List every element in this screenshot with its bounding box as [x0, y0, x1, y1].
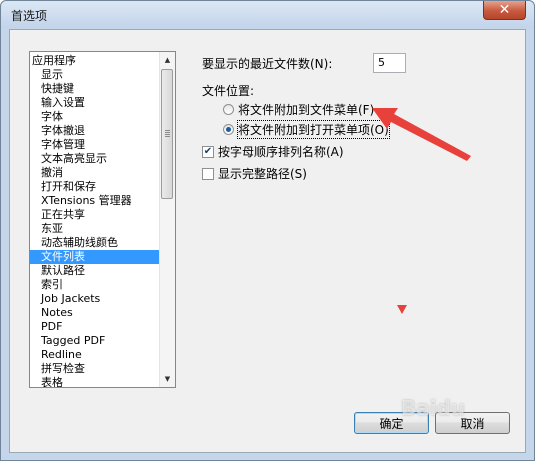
category-list-items: 应用程序 显示 快捷键 输入设置 字体 字体撤退 字体管理 文本高亮显示 撤消 打开和保存 XTen… — [30, 54, 160, 387]
category-list-item[interactable]: Notes — [30, 306, 160, 320]
category-list-item[interactable]: 显示 — [30, 68, 160, 82]
scroll-thumb[interactable] — [161, 69, 173, 199]
category-list-item[interactable]: 正在共享 — [30, 208, 160, 222]
recent-files-label: 要显示的最近文件数(N): — [202, 57, 333, 71]
dialog-body: 应用程序 显示 快捷键 输入设置 字体 字体撤退 字体管理 文本高亮显示 撤消 打开和保存 XTen… — [9, 29, 526, 453]
title-bar[interactable]: 首选项 ✕ — [1, 1, 534, 28]
preferences-dialog: 首选项 ✕ 应用程序 显示 快捷键 输入设置 字体 字体撤退 字体管理 文本高亮显示 撤消 打开和… — [0, 0, 535, 461]
category-list[interactable]: 应用程序 显示 快捷键 输入设置 字体 字体撤退 字体管理 文本高亮显示 撤消 打开和保存 XTen… — [29, 51, 176, 388]
radio-append-file-menu-label: 将文件附加到文件菜单(F) — [238, 103, 375, 117]
checkbox-sort-alphabetically[interactable]: ✔ 按字母顺序排列名称(A) — [202, 143, 344, 160]
grip-line — [165, 134, 170, 135]
category-list-item[interactable]: PDF — [30, 320, 160, 334]
category-list-item[interactable]: 字体撤退 — [30, 124, 160, 138]
scroll-up-arrow-icon[interactable]: ▲ — [160, 52, 175, 68]
radio-append-file-menu[interactable]: 将文件附加到文件菜单(F) — [223, 101, 374, 118]
category-list-item[interactable]: 动态辅助线颜色 — [30, 236, 160, 250]
scroll-down-arrow-icon[interactable]: ▼ — [160, 371, 175, 387]
grip-line — [165, 132, 170, 133]
checkbox-sort-alphabetically-label: 按字母顺序排列名称(A) — [218, 145, 344, 159]
checkbox-show-full-path[interactable]: 显示完整路径(S) — [202, 165, 307, 182]
category-list-item[interactable]: 应用程序 — [30, 54, 160, 68]
category-list-item[interactable]: 默认路径 — [30, 264, 160, 278]
category-list-item[interactable]: 打开和保存 — [30, 180, 160, 194]
grip-line — [165, 130, 170, 131]
category-list-item[interactable]: 输入设置 — [30, 96, 160, 110]
checkbox-icon[interactable] — [202, 167, 214, 180]
category-list-item[interactable]: Tagged PDF — [30, 334, 160, 348]
radio-append-open-menu-label: 将文件附加到打开菜单项(O) — [237, 120, 390, 139]
category-list-item[interactable]: 东亚 — [30, 222, 160, 236]
radio-append-open-menu[interactable]: 将文件附加到打开菜单项(O) — [223, 120, 390, 139]
category-list-item[interactable]: 快捷键 — [30, 82, 160, 96]
grip-line — [165, 136, 170, 137]
category-list-item[interactable]: 文本高亮显示 — [30, 152, 160, 166]
category-list-item[interactable]: 表格 — [30, 376, 160, 387]
file-location-label: 文件位置: — [202, 84, 255, 98]
category-list-item[interactable]: 索引 — [30, 278, 160, 292]
radio-button-icon[interactable] — [223, 104, 234, 115]
checkbox-show-full-path-label: 显示完整路径(S) — [218, 167, 307, 181]
recent-files-count-field[interactable]: 5 — [373, 53, 406, 73]
category-list-item[interactable]: 字体 — [30, 110, 160, 124]
category-list-item[interactable]: 字体管理 — [30, 138, 160, 152]
category-list-scrollbar[interactable]: ▲ ▼ — [159, 52, 175, 387]
checkbox-icon[interactable]: ✔ — [202, 145, 214, 158]
watermark-logo: Baidu — [401, 396, 466, 420]
category-list-item[interactable]: 拼写检查 — [30, 362, 160, 376]
category-list-item[interactable]: XTensions 管理器 — [30, 194, 160, 208]
window-title: 首选项 — [11, 9, 48, 23]
close-icon: ✕ — [498, 2, 511, 18]
close-button[interactable]: ✕ — [483, 1, 526, 20]
radio-button-icon[interactable] — [223, 124, 234, 135]
category-list-item[interactable]: Job Jackets — [30, 292, 160, 306]
category-list-item[interactable]: 撤消 — [30, 166, 160, 180]
category-list-item[interactable]: Redline — [30, 348, 160, 362]
category-list-item[interactable]: 文件列表 — [30, 250, 160, 264]
